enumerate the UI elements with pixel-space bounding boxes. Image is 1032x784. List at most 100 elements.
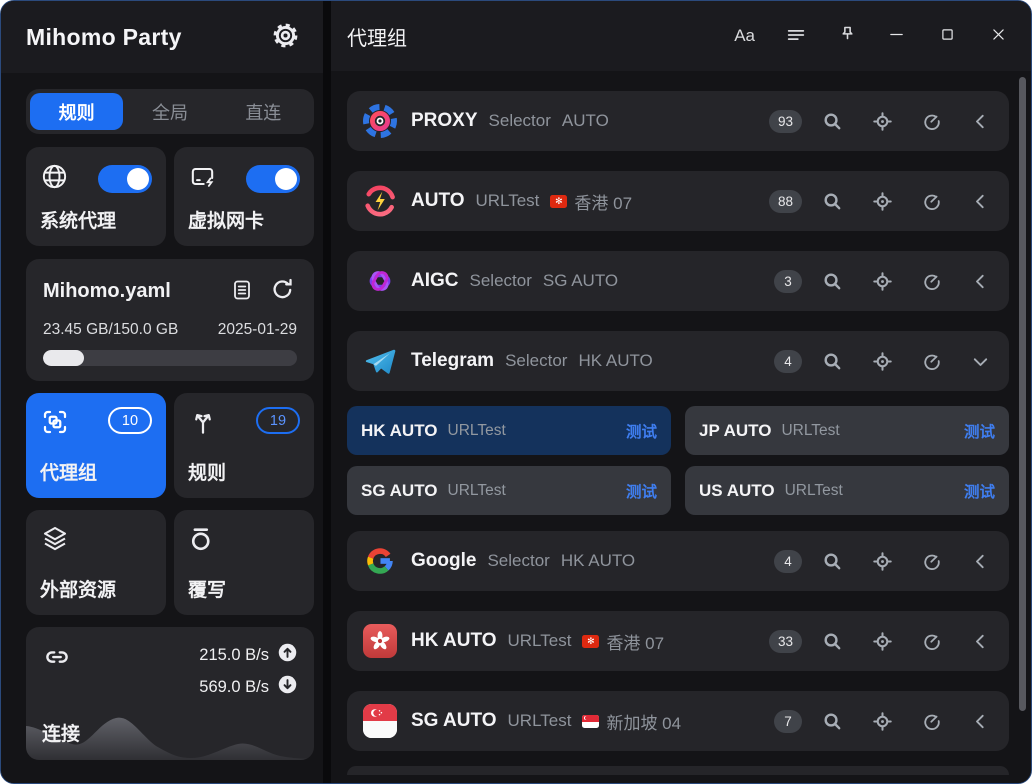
search-icon <box>821 110 844 133</box>
locate-button[interactable] <box>869 188 896 215</box>
connections-label: 连接 <box>42 719 80 746</box>
gauge-icon <box>921 550 943 572</box>
proxy-group-row[interactable]: AUTO URLTest 香港 07 88 <box>347 171 1009 231</box>
expand-button[interactable] <box>968 109 993 134</box>
edit-profile-button[interactable] <box>228 275 256 307</box>
tab-direct-mode[interactable]: 直连 <box>217 93 310 130</box>
node-test-button[interactable]: 测试 <box>626 480 657 502</box>
sidebar-item-proxy-groups[interactable]: 10 代理组 <box>26 393 166 498</box>
node-card-jp-auto[interactable]: JP AUTO URLTest 测试 <box>685 406 1009 455</box>
locate-button[interactable] <box>869 628 896 655</box>
expand-button[interactable] <box>968 189 993 214</box>
search-button[interactable] <box>819 708 846 735</box>
speedtest-button[interactable] <box>919 348 945 374</box>
main-header: 代理组 Aa <box>331 1 1031 71</box>
node-test-button[interactable]: 测试 <box>626 420 657 442</box>
expand-button[interactable] <box>968 629 993 654</box>
proxy-group-row[interactable]: Google Selector HK AUTO 4 <box>347 531 1009 591</box>
speedtest-button[interactable] <box>919 268 945 294</box>
tab-global-mode[interactable]: 全局 <box>123 93 216 130</box>
override-icon <box>188 524 218 559</box>
telegram-node-grid: HK AUTO URLTest 测试 JP AUTO URLTest 测试 SG… <box>347 406 1009 515</box>
collapse-button[interactable] <box>968 349 993 374</box>
tun-card[interactable]: 虚拟网卡 <box>174 147 314 246</box>
node-card-sg-auto[interactable]: SG AUTO URLTest 测试 <box>347 466 671 515</box>
vertical-scrollbar[interactable] <box>1019 77 1026 711</box>
update-profile-button[interactable] <box>268 275 297 307</box>
app-window: Mihomo Party 规则 全局 直连 <box>0 0 1032 784</box>
group-name: PROXY <box>411 110 478 132</box>
proxy-group-row[interactable]: SG AUTO URLTest 新加坡 04 7 <box>347 691 1009 751</box>
sort-button[interactable] <box>783 22 809 51</box>
search-button[interactable] <box>819 348 846 375</box>
sidebar-item-connections[interactable]: 215.0 B/s 569.0 B/s <box>26 627 314 760</box>
node-name: JP AUTO <box>699 421 771 441</box>
group-current-node: SG AUTO <box>543 271 618 291</box>
aigc-logo-icon <box>362 263 398 299</box>
locate-button[interactable] <box>869 268 896 295</box>
locate-button[interactable] <box>869 708 896 735</box>
telegram-logo-icon <box>362 343 398 379</box>
node-count-badge: 33 <box>769 630 802 653</box>
group-type: URLTest <box>508 631 572 651</box>
node-card-us-auto[interactable]: US AUTO URLTest 测试 <box>685 466 1009 515</box>
globe-icon <box>40 162 69 196</box>
tun-toggle[interactable] <box>246 165 300 193</box>
profile-card[interactable]: Mihomo.yaml <box>26 259 314 381</box>
node-card-hk-auto[interactable]: HK AUTO URLTest 测试 <box>347 406 671 455</box>
chevron-left-icon <box>970 711 991 732</box>
chevron-left-icon <box>970 551 991 572</box>
node-type: URLTest <box>448 422 506 440</box>
expand-button[interactable] <box>968 709 993 734</box>
proxy-group-row-expanded[interactable]: Telegram Selector HK AUTO 4 <box>347 331 1009 391</box>
profile-updated: 2025-01-29 <box>218 321 297 339</box>
proxy-groups-icon <box>40 407 70 442</box>
node-count-badge: 3 <box>774 270 802 293</box>
chevron-down-icon <box>970 351 991 372</box>
node-test-button[interactable]: 测试 <box>964 420 995 442</box>
locate-button[interactable] <box>869 548 896 575</box>
tab-rule-mode[interactable]: 规则 <box>30 93 123 130</box>
group-current-node: HK AUTO <box>578 351 652 371</box>
toggle-cards: 系统代理 虚拟网卡 <box>26 147 314 246</box>
speedtest-button[interactable] <box>919 108 945 134</box>
group-name: AIGC <box>411 270 459 292</box>
expand-button[interactable] <box>968 269 993 294</box>
proxy-group-row[interactable]: PROXY Selector AUTO 93 <box>347 91 1009 151</box>
text-size-button[interactable]: Aa <box>732 24 757 48</box>
search-button[interactable] <box>819 628 846 655</box>
node-test-button[interactable]: 测试 <box>964 480 995 502</box>
search-button[interactable] <box>819 188 846 215</box>
locate-button[interactable] <box>869 348 896 375</box>
usage-progressbar <box>43 350 297 366</box>
maximize-button[interactable] <box>937 24 958 48</box>
minimize-button[interactable] <box>886 24 907 48</box>
search-button[interactable] <box>819 108 846 135</box>
search-button[interactable] <box>819 548 846 575</box>
speedtest-button[interactable] <box>919 188 945 214</box>
node-count-badge: 4 <box>774 350 802 373</box>
search-icon <box>821 190 844 213</box>
node-type: URLTest <box>448 482 506 500</box>
close-button[interactable] <box>988 24 1009 48</box>
speedtest-button[interactable] <box>919 628 945 654</box>
locate-button[interactable] <box>869 108 896 135</box>
search-button[interactable] <box>819 268 846 295</box>
expand-button[interactable] <box>968 549 993 574</box>
proxy-group-row[interactable]: HK AUTO URLTest 香港 07 33 <box>347 611 1009 671</box>
speedtest-button[interactable] <box>919 548 945 574</box>
sidebar-item-external-resources[interactable]: 外部资源 <box>26 510 166 615</box>
speedtest-button[interactable] <box>919 708 945 734</box>
pin-button[interactable] <box>835 22 860 50</box>
system-proxy-toggle[interactable] <box>98 165 152 193</box>
search-icon <box>821 350 844 373</box>
settings-button[interactable] <box>270 20 301 54</box>
locate-icon <box>871 630 894 653</box>
node-type: URLTest <box>781 422 839 440</box>
system-proxy-card[interactable]: 系统代理 <box>26 147 166 246</box>
proxy-group-row[interactable]: AIGC Selector SG AUTO 3 <box>347 251 1009 311</box>
sidebar-item-rules[interactable]: 19 规则 <box>174 393 314 498</box>
gauge-icon <box>921 110 943 132</box>
sidebar-item-override[interactable]: 覆写 <box>174 510 314 615</box>
node-type: URLTest <box>785 482 843 500</box>
